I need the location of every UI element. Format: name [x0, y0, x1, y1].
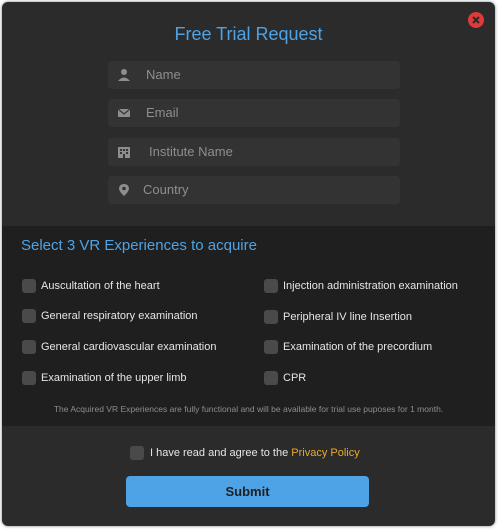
map-pin-icon [119, 184, 129, 196]
experience-label: General respiratory examination [41, 310, 198, 322]
envelope-icon [117, 108, 131, 117]
email-field[interactable]: Email [108, 99, 400, 127]
institute-field[interactable]: Institute Name [108, 138, 400, 166]
experience-label: Auscultation of the heart [41, 280, 160, 292]
name-placeholder: Name [146, 67, 181, 82]
modal-title: Free Trial Request [174, 24, 323, 44]
trial-note: The Acquired VR Experiences are fully fu… [53, 404, 444, 414]
privacy-policy-link[interactable]: Privacy Policy [291, 447, 359, 459]
section-title: Select 3 VR Experiences to acquire [21, 237, 257, 254]
experience-label: CPR [283, 372, 307, 384]
free-trial-modal: Free Trial Request Name Email Institute … [2, 2, 495, 526]
institute-placeholder: Institute Name [149, 144, 233, 159]
checkbox[interactable] [264, 340, 278, 354]
agree-checkbox[interactable] [130, 446, 144, 460]
country-field[interactable]: Country [108, 176, 400, 204]
name-field[interactable]: Name [108, 61, 400, 89]
email-placeholder: Email [146, 105, 179, 120]
checkbox[interactable] [22, 371, 36, 385]
checkbox[interactable] [22, 309, 36, 323]
checkbox[interactable] [264, 310, 278, 324]
checkbox[interactable] [22, 340, 36, 354]
user-icon [118, 69, 130, 81]
agreement-text: I have read and agree to the Privacy Pol… [150, 446, 360, 461]
experience-label: Peripheral IV line Insertion [283, 311, 413, 323]
experience-label: Examination of the precordium [283, 341, 433, 353]
submit-button[interactable]: Submit [126, 476, 369, 507]
checkbox[interactable] [264, 279, 278, 293]
country-placeholder: Country [143, 182, 189, 197]
checkbox[interactable] [264, 371, 278, 385]
building-icon [118, 147, 130, 158]
experience-label: Injection administration examination [283, 280, 458, 292]
checkbox[interactable] [22, 279, 36, 293]
experience-label: Examination of the upper limb [41, 372, 187, 384]
experience-label: General cardiovascular examination [41, 341, 217, 353]
agreement-label: I have read and agree to the [150, 447, 292, 459]
vr-experiences-section: Select 3 VR Experiences to acquire Auscu… [2, 226, 495, 426]
